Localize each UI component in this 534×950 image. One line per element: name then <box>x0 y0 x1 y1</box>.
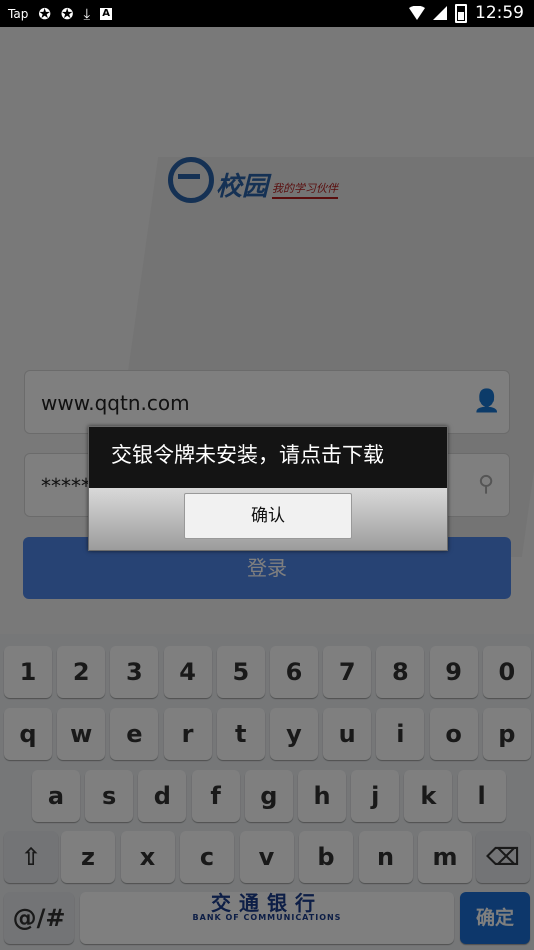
key-8[interactable]: 8 <box>376 646 425 698</box>
key-e[interactable]: e <box>110 708 159 760</box>
tap-icon: Tap <box>8 7 29 21</box>
done-key[interactable]: 确定 <box>460 892 530 944</box>
key-a[interactable]: a <box>32 770 80 822</box>
key-5[interactable]: 5 <box>216 646 265 698</box>
key-f[interactable]: f <box>191 770 240 822</box>
key-0[interactable]: 0 <box>482 646 531 698</box>
dialog-button-bar: 确认 <box>89 488 447 550</box>
download-icon: ⤓ <box>83 5 91 23</box>
backspace-key-icon[interactable]: ⌫ <box>476 831 530 883</box>
key-c[interactable]: c <box>180 831 234 883</box>
key-h[interactable]: h <box>298 770 346 822</box>
key-q[interactable]: q <box>4 708 52 760</box>
key-p[interactable]: p <box>482 708 531 760</box>
battery-icon <box>455 3 467 23</box>
confirm-button[interactable]: 确认 <box>184 493 352 539</box>
key-k[interactable]: k <box>404 770 453 822</box>
key-u[interactable]: u <box>323 708 372 760</box>
space-bank-name-en: BANK OF COMMUNICATIONS <box>192 913 342 922</box>
clock: 12:59 <box>475 3 524 23</box>
sync-icon: ✪ <box>60 5 74 23</box>
symbols-key[interactable]: @/# <box>4 892 74 944</box>
key-9[interactable]: 9 <box>429 646 478 698</box>
status-bar: Tap ✪ ✪ ⤓ A 12:59 <box>0 0 534 27</box>
key-3[interactable]: 3 <box>110 646 159 698</box>
install-dialog: 交银令牌未安装，请点击下载 确认 <box>88 426 448 551</box>
key-6[interactable]: 6 <box>270 646 318 698</box>
key-s[interactable]: s <box>85 770 134 822</box>
key-7[interactable]: 7 <box>323 646 372 698</box>
key-4[interactable]: 4 <box>163 646 212 698</box>
key-r[interactable]: r <box>163 708 212 760</box>
key-w[interactable]: w <box>57 708 106 760</box>
wifi-icon <box>409 6 425 20</box>
dialog-message: 交银令牌未安装，请点击下载 <box>89 427 447 488</box>
sync-icon: ✪ <box>38 5 51 23</box>
key-v[interactable]: v <box>239 831 294 883</box>
shift-key-icon[interactable]: ⇧ <box>4 831 58 883</box>
key-n[interactable]: n <box>358 831 413 883</box>
space-bank-name: 交通银行 <box>211 891 323 915</box>
key-i[interactable]: i <box>376 708 425 760</box>
key-d[interactable]: d <box>138 770 187 822</box>
key-l[interactable]: l <box>457 770 506 822</box>
a-icon: A <box>100 8 113 20</box>
key-1[interactable]: 1 <box>4 646 52 698</box>
key-j[interactable]: j <box>351 770 400 822</box>
key-g[interactable]: g <box>244 770 293 822</box>
key-y[interactable]: y <box>270 708 318 760</box>
key-2[interactable]: 2 <box>57 646 106 698</box>
key-z[interactable]: z <box>61 831 115 883</box>
key-b[interactable]: b <box>299 831 353 883</box>
key-m[interactable]: m <box>418 831 472 883</box>
space-key[interactable]: 交通银行 BANK OF COMMUNICATIONS <box>80 892 454 944</box>
key-o[interactable]: o <box>429 708 478 760</box>
key-x[interactable]: x <box>120 831 175 883</box>
keyboard: 1 2 3 4 5 6 7 8 9 0 q w e r t y u i o p a s d f g h j k l ⇧ z x c v b n m ⌫ @/… <box>0 634 534 950</box>
signal-icon <box>433 6 447 20</box>
key-t[interactable]: t <box>216 708 265 760</box>
